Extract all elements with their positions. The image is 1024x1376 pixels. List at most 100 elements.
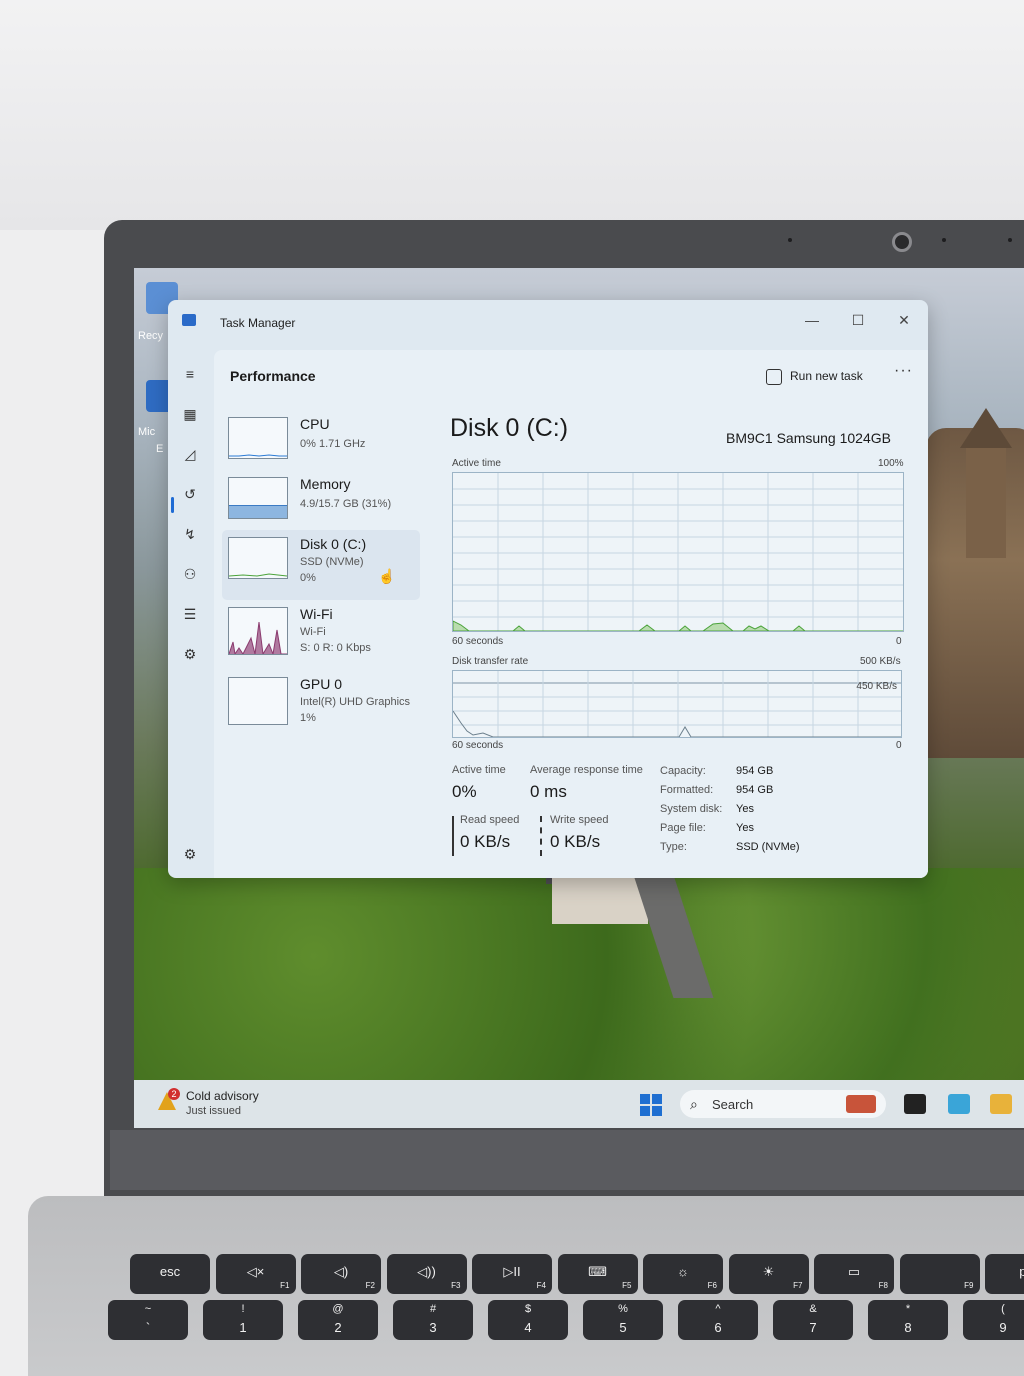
function-key[interactable]: ◁)) F3 bbox=[386, 1254, 467, 1294]
page-file-value: Yes bbox=[736, 822, 754, 834]
function-key[interactable]: esc bbox=[130, 1254, 210, 1294]
avg-response-value: 0 ms bbox=[530, 782, 567, 801]
task-view-icon[interactable] bbox=[904, 1094, 926, 1114]
startup-apps-icon[interactable]: ↯ bbox=[180, 524, 200, 544]
settings-icon[interactable]: ⚙ bbox=[180, 844, 200, 864]
run-new-task-button[interactable]: Run new task bbox=[766, 365, 863, 387]
number-key[interactable]: 2 @ bbox=[298, 1300, 378, 1340]
resource-detail: S: 0 R: 0 Kbps bbox=[300, 642, 371, 654]
key-label: ☀ bbox=[762, 1264, 775, 1279]
new-task-icon bbox=[766, 368, 782, 385]
taskbar-search[interactable]: ⌕ Search bbox=[680, 1090, 886, 1118]
number-key[interactable]: 5% bbox=[583, 1300, 663, 1340]
minimize-button[interactable]: — bbox=[792, 306, 832, 334]
start-button[interactable] bbox=[640, 1094, 662, 1116]
key-shift-label: & bbox=[809, 1303, 817, 1315]
weather-title[interactable]: Cold advisory bbox=[186, 1089, 259, 1103]
write-speed-label: Write speed bbox=[550, 814, 609, 826]
page-file-label: Page file: bbox=[660, 822, 706, 834]
notification-badge: 2 bbox=[168, 1088, 180, 1100]
transfer-min-label: 0 bbox=[896, 740, 902, 751]
cursor-icon: ☝ bbox=[378, 568, 396, 584]
desktop-label: E bbox=[156, 443, 164, 455]
number-key[interactable]: 7 & bbox=[773, 1300, 853, 1340]
number-key[interactable]: ` ~ bbox=[108, 1300, 188, 1340]
active-time-value: 0% bbox=[452, 782, 477, 801]
processes-icon[interactable]: ▦ bbox=[180, 404, 200, 424]
more-options-button[interactable]: ··· bbox=[894, 362, 913, 380]
key-label: ▭ bbox=[847, 1264, 861, 1279]
function-key[interactable]: ▷II F4 bbox=[472, 1254, 552, 1294]
key-fn-label: F3 bbox=[451, 1281, 461, 1290]
number-key[interactable]: 8 * bbox=[868, 1300, 948, 1340]
hamburger-icon[interactable]: ≡ bbox=[180, 364, 200, 384]
key-shift-label: $ bbox=[524, 1303, 532, 1315]
wallpaper-tower-roof bbox=[960, 408, 1012, 448]
sensor-dot bbox=[788, 238, 792, 242]
read-speed-value: 0 KB/s bbox=[460, 832, 511, 851]
run-new-task-label: Run new task bbox=[790, 369, 863, 383]
number-key[interactable]: 1! bbox=[203, 1300, 283, 1340]
maximize-button[interactable]: ☐ bbox=[838, 306, 878, 334]
key-fn-label: F6 bbox=[707, 1281, 717, 1290]
memory-usage-fill bbox=[229, 504, 287, 518]
performance-icon[interactable]: ◿ bbox=[180, 444, 200, 464]
store-icon[interactable] bbox=[948, 1094, 970, 1114]
function-key[interactable]: ☀ F7 bbox=[728, 1254, 809, 1294]
details-icon[interactable]: ☰ bbox=[180, 604, 200, 624]
task-manager-window: Task Manager — ☐ ✕ ≡ ▦ ◿ ↺ ↯ ⚇ ☰ ⚙ ⚙ Per… bbox=[168, 300, 928, 878]
key-label: ☼ bbox=[677, 1264, 689, 1279]
active-time-max-label: 100% bbox=[878, 458, 904, 469]
services-icon[interactable]: ⚙ bbox=[180, 644, 200, 664]
wifi-thumbnail bbox=[228, 607, 288, 655]
app-history-icon[interactable]: ↺ bbox=[180, 484, 200, 504]
resource-detail: 0% 1.71 GHz bbox=[300, 438, 366, 450]
number-key[interactable]: 9( bbox=[963, 1300, 1024, 1340]
number-key[interactable]: 6 ^ bbox=[678, 1300, 758, 1340]
disk-model: BM9C1 Samsung 1024GB bbox=[726, 430, 891, 446]
function-key[interactable]: F9 bbox=[899, 1254, 980, 1294]
weather-subtitle: Just issued bbox=[186, 1105, 242, 1117]
write-speed-marker bbox=[540, 816, 542, 856]
disk-title: Disk 0 (C:) bbox=[450, 414, 569, 442]
function-key[interactable]: pr bbox=[985, 1254, 1024, 1294]
users-icon[interactable]: ⚇ bbox=[180, 564, 200, 584]
sensor-dot bbox=[1008, 238, 1012, 242]
resource-item-gpu[interactable]: GPU 0 Intel(R) UHD Graphics 1% bbox=[222, 670, 420, 740]
desktop-label: Mic bbox=[138, 426, 156, 438]
key-fn-label: F2 bbox=[365, 1281, 375, 1290]
wallpaper-house bbox=[552, 878, 648, 924]
transfer-max-label: 500 KB/s bbox=[860, 656, 901, 667]
resource-item-wifi[interactable]: Wi-Fi Wi-Fi S: 0 R: 0 Kbps bbox=[222, 600, 420, 670]
key-fn-label: F9 bbox=[964, 1281, 974, 1290]
active-time-x-label: 60 seconds bbox=[452, 636, 504, 647]
function-key[interactable]: ☼ F6 bbox=[643, 1254, 723, 1294]
task-manager-icon bbox=[182, 314, 196, 326]
key-shift-label: % bbox=[618, 1303, 628, 1315]
close-button[interactable]: ✕ bbox=[884, 306, 924, 334]
key-label: 8 bbox=[904, 1320, 912, 1335]
resource-name: GPU 0 bbox=[300, 676, 343, 692]
transfer-x-label: 60 seconds bbox=[452, 740, 504, 751]
resource-item-disk[interactable]: Disk 0 (C:) SSD (NVMe) 0% ☝ bbox=[222, 530, 420, 600]
function-key[interactable]: ▭ F8 bbox=[814, 1254, 894, 1294]
number-key[interactable]: 4 $ bbox=[488, 1300, 568, 1340]
key-shift-label: ( bbox=[1001, 1303, 1005, 1315]
number-key[interactable]: 3 # bbox=[393, 1300, 473, 1340]
resource-item-cpu[interactable]: CPU 0% 1.71 GHz bbox=[222, 410, 420, 472]
transfer-rate-graph: 450 KB/s bbox=[452, 670, 902, 738]
key-label: ⌨ bbox=[588, 1264, 607, 1279]
resource-detail: SSD (NVMe) bbox=[300, 556, 364, 568]
file-explorer-icon[interactable] bbox=[990, 1094, 1012, 1114]
resource-detail: Intel(R) UHD Graphics bbox=[300, 696, 411, 708]
key-fn-label: F7 bbox=[793, 1281, 803, 1290]
key-label: ◁) bbox=[333, 1264, 349, 1279]
resource-item-memory[interactable]: Memory 4.9/15.7 GB (31%) bbox=[222, 470, 420, 532]
key-shift-label: ^ bbox=[715, 1303, 721, 1315]
function-key[interactable]: ◁× F1 bbox=[215, 1254, 296, 1294]
read-speed-marker bbox=[452, 816, 454, 856]
function-key[interactable]: ◁) F2 bbox=[301, 1254, 381, 1294]
function-key[interactable]: ⌨ F5 bbox=[557, 1254, 638, 1294]
cpu-thumbnail bbox=[228, 417, 288, 459]
search-icon: ⌕ bbox=[690, 1096, 698, 1112]
